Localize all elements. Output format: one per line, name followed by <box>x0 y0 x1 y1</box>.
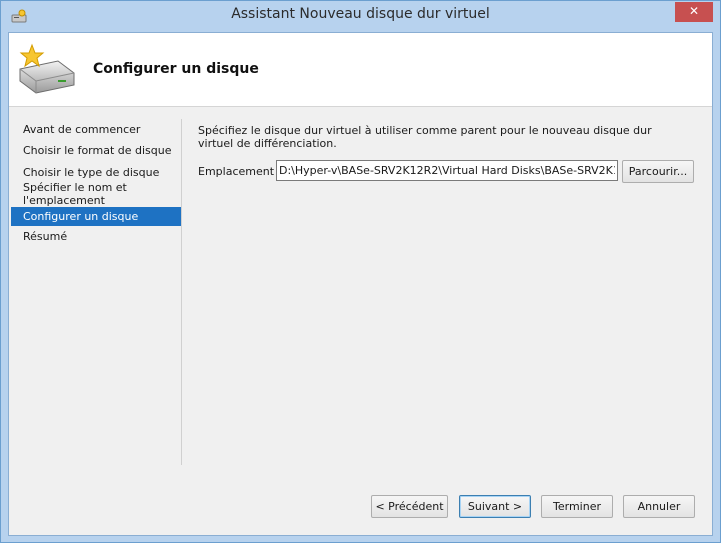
close-button[interactable]: ✕ <box>675 2 713 22</box>
wizard-client-area: Configurer un disque Avant de commencer … <box>8 32 713 536</box>
step-description: Spécifiez le disque dur virtuel à utilis… <box>198 124 652 150</box>
window-title: Assistant Nouveau disque dur virtuel <box>231 6 490 22</box>
location-input[interactable] <box>276 160 618 181</box>
nav-item-avant-de-commencer[interactable]: Avant de commencer <box>11 118 181 139</box>
nav-item-resume[interactable]: Résumé <box>11 226 181 247</box>
virtual-disk-icon <box>19 43 75 94</box>
nav-item-choisir-type[interactable]: Choisir le type de disque <box>11 161 181 180</box>
nav-divider <box>181 119 182 465</box>
finish-button[interactable]: Terminer <box>541 495 613 518</box>
next-button[interactable]: Suivant > <box>459 495 531 518</box>
previous-button[interactable]: < Précédent <box>371 495 448 518</box>
browse-button[interactable]: Parcourir... <box>622 160 694 183</box>
nav-item-specifier-nom[interactable]: Spécifier le nom et l'emplacement <box>11 180 181 207</box>
wizard-step-list: Avant de commencer Choisir le format de … <box>11 118 181 247</box>
location-label: Emplacement : <box>198 165 282 178</box>
page-title: Configurer un disque <box>93 61 259 77</box>
title-bar[interactable]: Assistant Nouveau disque dur virtuel ✕ <box>1 1 720 32</box>
cancel-button[interactable]: Annuler <box>623 495 695 518</box>
wizard-header: Configurer un disque <box>9 33 712 107</box>
nav-item-configurer-disque[interactable]: Configurer un disque <box>11 207 181 226</box>
wizard-window: Assistant Nouveau disque dur virtuel ✕ C… <box>0 0 721 543</box>
nav-item-choisir-format[interactable]: Choisir le format de disque <box>11 139 181 161</box>
